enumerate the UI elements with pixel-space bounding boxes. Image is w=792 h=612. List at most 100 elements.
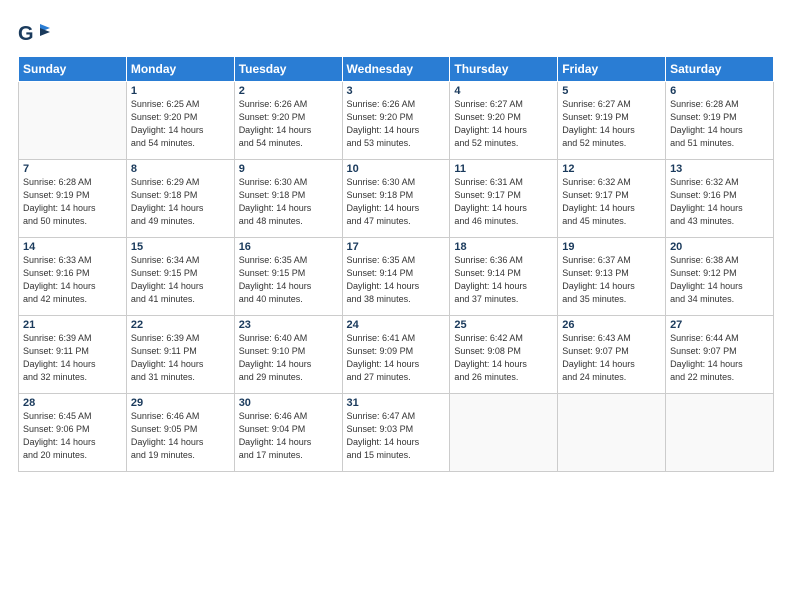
- col-saturday: Saturday: [666, 57, 774, 82]
- col-thursday: Thursday: [450, 57, 558, 82]
- calendar-header-row: Sunday Monday Tuesday Wednesday Thursday…: [19, 57, 774, 82]
- day-number: 28: [23, 397, 122, 409]
- day-info: Sunrise: 6:36 AMSunset: 9:14 PMDaylight:…: [454, 254, 553, 306]
- page: G Sunday Monday Tuesday Wednesday: [0, 0, 792, 612]
- calendar-cell: 31Sunrise: 6:47 AMSunset: 9:03 PMDayligh…: [342, 394, 450, 472]
- day-number: 6: [670, 85, 769, 97]
- calendar-week-1: 1Sunrise: 6:25 AMSunset: 9:20 PMDaylight…: [19, 82, 774, 160]
- svg-text:G: G: [18, 23, 34, 45]
- day-info: Sunrise: 6:32 AMSunset: 9:17 PMDaylight:…: [562, 176, 661, 228]
- day-number: 20: [670, 241, 769, 253]
- day-number: 15: [131, 241, 230, 253]
- day-info: Sunrise: 6:35 AMSunset: 9:15 PMDaylight:…: [239, 254, 338, 306]
- day-info: Sunrise: 6:34 AMSunset: 9:15 PMDaylight:…: [131, 254, 230, 306]
- calendar-week-5: 28Sunrise: 6:45 AMSunset: 9:06 PMDayligh…: [19, 394, 774, 472]
- day-number: 21: [23, 319, 122, 331]
- day-info: Sunrise: 6:40 AMSunset: 9:10 PMDaylight:…: [239, 332, 338, 384]
- day-info: Sunrise: 6:33 AMSunset: 9:16 PMDaylight:…: [23, 254, 122, 306]
- calendar-cell: [19, 82, 127, 160]
- calendar-cell: 22Sunrise: 6:39 AMSunset: 9:11 PMDayligh…: [126, 316, 234, 394]
- day-info: Sunrise: 6:45 AMSunset: 9:06 PMDaylight:…: [23, 410, 122, 462]
- day-number: 24: [347, 319, 446, 331]
- day-info: Sunrise: 6:47 AMSunset: 9:03 PMDaylight:…: [347, 410, 446, 462]
- day-info: Sunrise: 6:32 AMSunset: 9:16 PMDaylight:…: [670, 176, 769, 228]
- calendar-cell: 25Sunrise: 6:42 AMSunset: 9:08 PMDayligh…: [450, 316, 558, 394]
- calendar-cell: 23Sunrise: 6:40 AMSunset: 9:10 PMDayligh…: [234, 316, 342, 394]
- day-number: 13: [670, 163, 769, 175]
- calendar-cell: 11Sunrise: 6:31 AMSunset: 9:17 PMDayligh…: [450, 160, 558, 238]
- calendar-cell: 2Sunrise: 6:26 AMSunset: 9:20 PMDaylight…: [234, 82, 342, 160]
- calendar-week-2: 7Sunrise: 6:28 AMSunset: 9:19 PMDaylight…: [19, 160, 774, 238]
- day-number: 2: [239, 85, 338, 97]
- day-number: 25: [454, 319, 553, 331]
- day-number: 17: [347, 241, 446, 253]
- col-friday: Friday: [558, 57, 666, 82]
- day-info: Sunrise: 6:35 AMSunset: 9:14 PMDaylight:…: [347, 254, 446, 306]
- calendar-cell: 19Sunrise: 6:37 AMSunset: 9:13 PMDayligh…: [558, 238, 666, 316]
- calendar-cell: 14Sunrise: 6:33 AMSunset: 9:16 PMDayligh…: [19, 238, 127, 316]
- calendar-cell: 20Sunrise: 6:38 AMSunset: 9:12 PMDayligh…: [666, 238, 774, 316]
- day-info: Sunrise: 6:37 AMSunset: 9:13 PMDaylight:…: [562, 254, 661, 306]
- calendar-cell: 16Sunrise: 6:35 AMSunset: 9:15 PMDayligh…: [234, 238, 342, 316]
- calendar-week-3: 14Sunrise: 6:33 AMSunset: 9:16 PMDayligh…: [19, 238, 774, 316]
- calendar-cell: 30Sunrise: 6:46 AMSunset: 9:04 PMDayligh…: [234, 394, 342, 472]
- calendar-cell: 4Sunrise: 6:27 AMSunset: 9:20 PMDaylight…: [450, 82, 558, 160]
- day-info: Sunrise: 6:27 AMSunset: 9:19 PMDaylight:…: [562, 98, 661, 150]
- day-info: Sunrise: 6:42 AMSunset: 9:08 PMDaylight:…: [454, 332, 553, 384]
- day-number: 4: [454, 85, 553, 97]
- day-info: Sunrise: 6:30 AMSunset: 9:18 PMDaylight:…: [239, 176, 338, 228]
- day-number: 29: [131, 397, 230, 409]
- calendar-cell: 27Sunrise: 6:44 AMSunset: 9:07 PMDayligh…: [666, 316, 774, 394]
- day-info: Sunrise: 6:28 AMSunset: 9:19 PMDaylight:…: [670, 98, 769, 150]
- day-info: Sunrise: 6:31 AMSunset: 9:17 PMDaylight:…: [454, 176, 553, 228]
- day-number: 3: [347, 85, 446, 97]
- day-number: 8: [131, 163, 230, 175]
- calendar-cell: [666, 394, 774, 472]
- day-info: Sunrise: 6:30 AMSunset: 9:18 PMDaylight:…: [347, 176, 446, 228]
- calendar-cell: [450, 394, 558, 472]
- calendar-cell: 6Sunrise: 6:28 AMSunset: 9:19 PMDaylight…: [666, 82, 774, 160]
- day-number: 18: [454, 241, 553, 253]
- day-info: Sunrise: 6:38 AMSunset: 9:12 PMDaylight:…: [670, 254, 769, 306]
- day-number: 9: [239, 163, 338, 175]
- calendar-cell: 9Sunrise: 6:30 AMSunset: 9:18 PMDaylight…: [234, 160, 342, 238]
- logo: G: [18, 18, 52, 50]
- col-tuesday: Tuesday: [234, 57, 342, 82]
- header: G: [18, 18, 774, 50]
- calendar-cell: 7Sunrise: 6:28 AMSunset: 9:19 PMDaylight…: [19, 160, 127, 238]
- day-info: Sunrise: 6:29 AMSunset: 9:18 PMDaylight:…: [131, 176, 230, 228]
- day-info: Sunrise: 6:26 AMSunset: 9:20 PMDaylight:…: [239, 98, 338, 150]
- day-number: 16: [239, 241, 338, 253]
- calendar-cell: 17Sunrise: 6:35 AMSunset: 9:14 PMDayligh…: [342, 238, 450, 316]
- day-info: Sunrise: 6:28 AMSunset: 9:19 PMDaylight:…: [23, 176, 122, 228]
- calendar-week-4: 21Sunrise: 6:39 AMSunset: 9:11 PMDayligh…: [19, 316, 774, 394]
- day-info: Sunrise: 6:43 AMSunset: 9:07 PMDaylight:…: [562, 332, 661, 384]
- day-number: 11: [454, 163, 553, 175]
- calendar-cell: 29Sunrise: 6:46 AMSunset: 9:05 PMDayligh…: [126, 394, 234, 472]
- calendar-cell: 13Sunrise: 6:32 AMSunset: 9:16 PMDayligh…: [666, 160, 774, 238]
- col-wednesday: Wednesday: [342, 57, 450, 82]
- day-number: 7: [23, 163, 122, 175]
- day-number: 22: [131, 319, 230, 331]
- calendar-cell: 3Sunrise: 6:26 AMSunset: 9:20 PMDaylight…: [342, 82, 450, 160]
- day-info: Sunrise: 6:27 AMSunset: 9:20 PMDaylight:…: [454, 98, 553, 150]
- day-number: 30: [239, 397, 338, 409]
- day-info: Sunrise: 6:25 AMSunset: 9:20 PMDaylight:…: [131, 98, 230, 150]
- day-number: 19: [562, 241, 661, 253]
- day-info: Sunrise: 6:39 AMSunset: 9:11 PMDaylight:…: [131, 332, 230, 384]
- calendar-cell: 10Sunrise: 6:30 AMSunset: 9:18 PMDayligh…: [342, 160, 450, 238]
- calendar-cell: 18Sunrise: 6:36 AMSunset: 9:14 PMDayligh…: [450, 238, 558, 316]
- day-info: Sunrise: 6:44 AMSunset: 9:07 PMDaylight:…: [670, 332, 769, 384]
- calendar-table: Sunday Monday Tuesday Wednesday Thursday…: [18, 56, 774, 472]
- logo-icon: G: [18, 18, 50, 50]
- calendar-cell: 8Sunrise: 6:29 AMSunset: 9:18 PMDaylight…: [126, 160, 234, 238]
- day-info: Sunrise: 6:39 AMSunset: 9:11 PMDaylight:…: [23, 332, 122, 384]
- day-number: 23: [239, 319, 338, 331]
- calendar-cell: [558, 394, 666, 472]
- day-info: Sunrise: 6:41 AMSunset: 9:09 PMDaylight:…: [347, 332, 446, 384]
- col-sunday: Sunday: [19, 57, 127, 82]
- calendar-cell: 1Sunrise: 6:25 AMSunset: 9:20 PMDaylight…: [126, 82, 234, 160]
- calendar-cell: 21Sunrise: 6:39 AMSunset: 9:11 PMDayligh…: [19, 316, 127, 394]
- day-number: 10: [347, 163, 446, 175]
- day-number: 14: [23, 241, 122, 253]
